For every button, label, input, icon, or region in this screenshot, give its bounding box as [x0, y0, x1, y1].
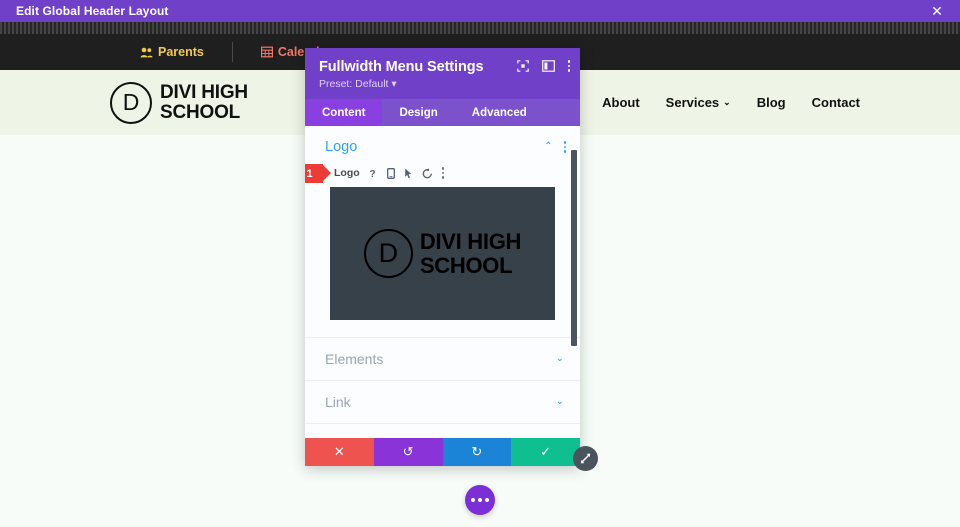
logo-section-header[interactable]: Logo ⌃ [305, 126, 580, 163]
section-background[interactable]: Background ⌄ [305, 424, 580, 438]
section-elements[interactable]: Elements ⌄ [305, 338, 580, 381]
utility-divider [231, 42, 233, 62]
discard-button[interactable]: ✕ [305, 438, 374, 466]
section-elements-label: Elements [325, 351, 384, 367]
nav-item-about-label: About [602, 95, 640, 110]
tab-content[interactable]: Content [305, 99, 383, 126]
logo-section-icons: ⌃ [544, 141, 566, 153]
section-link-label: Link [325, 394, 351, 410]
site-logo-text: DIVI HIGH SCHOOL [160, 81, 248, 123]
more-options-icon[interactable] [567, 60, 570, 72]
caret-down-icon: ▾ [391, 78, 397, 90]
reset-icon[interactable] [422, 167, 433, 179]
divi-menu-toggle[interactable] [465, 485, 495, 515]
logo-preview-image[interactable]: D DIVI HIGH SCHOOL [330, 187, 555, 320]
step-badge: 1 [305, 164, 331, 183]
three-dots-icon-dot [485, 498, 489, 502]
nav-item-about[interactable]: About [602, 95, 640, 110]
resize-diagonal-icon[interactable] [573, 446, 598, 471]
logo-field-row: 1 Logo ? [305, 163, 580, 183]
site-logo[interactable]: D DIVI HIGH SCHOOL [110, 81, 248, 124]
tab-design[interactable]: Design [382, 99, 454, 126]
nav-item-blog-label: Blog [756, 95, 786, 110]
utility-link-parents[interactable]: Parents [140, 45, 204, 59]
chevron-down-icon: ⌄ [723, 97, 731, 107]
logo-preview-mark: D [363, 229, 413, 278]
editor-title: Edit Global Header Layout [16, 4, 169, 18]
modal-header: Fullwidth Menu Settings Preset: Default … [305, 48, 580, 99]
divi-visual-builder-screen: Edit Global Header Layout ✕ Parents D DI… [0, 0, 960, 527]
chevron-down-icon[interactable]: ⌄ [556, 397, 564, 407]
chevron-down-icon[interactable]: ⌄ [556, 354, 564, 364]
site-logo-line1: DIVI HIGH [160, 81, 248, 103]
logo-preview-line2: SCHOOL [419, 252, 513, 278]
site-logo-line2: SCHOOL [160, 101, 241, 123]
chevron-up-icon[interactable]: ⌃ [544, 142, 552, 152]
nav-item-blog[interactable]: Blog [757, 95, 786, 110]
module-settings-modal: Fullwidth Menu Settings Preset: Default … [305, 48, 598, 471]
focus-icon[interactable] [516, 60, 529, 72]
undo-button[interactable]: ↺ [373, 438, 443, 466]
site-navigation: Home About Services ⌄ Blog Contact [540, 95, 860, 110]
field-options-icon[interactable] [441, 167, 445, 179]
editor-titlebar: Edit Global Header Layout ✕ [0, 0, 960, 22]
section-link[interactable]: Link ⌄ [305, 381, 580, 424]
logo-preview-text: DIVI HIGH SCHOOL [419, 229, 522, 278]
redo-button[interactable]: ↻ [442, 438, 512, 466]
modal-preset-label: Preset: Default [319, 78, 389, 90]
logo-field-label: Logo [334, 167, 360, 179]
section-options-icon[interactable] [563, 141, 566, 153]
utility-links: Parents Calendar [140, 42, 331, 62]
close-icon[interactable]: ✕ [926, 0, 948, 22]
three-dots-icon-dot [478, 498, 482, 502]
nav-item-contact[interactable]: Contact [812, 95, 860, 110]
svg-text:?: ? [369, 169, 375, 179]
modal-action-bar: ✕ ↺ ↻ ✓ [305, 438, 598, 471]
modal-body: Logo ⌃ 1 Logo ? D DIVI HIGH SCHOOL Eleme… [305, 126, 580, 438]
nav-item-services-label: Services [665, 95, 720, 110]
people-icon [140, 47, 153, 58]
nav-item-services[interactable]: Services ⌄ [666, 95, 731, 110]
site-logo-mark: D [110, 81, 152, 124]
help-icon[interactable]: ? [369, 168, 378, 179]
tab-advanced[interactable]: Advanced [455, 99, 544, 126]
utility-link-parents-label: Parents [158, 45, 204, 59]
three-dots-icon-dot [471, 498, 475, 502]
responsive-device-icon[interactable] [386, 167, 395, 179]
calendar-icon [260, 46, 273, 58]
modal-scrollbar[interactable] [571, 150, 577, 346]
save-button[interactable]: ✓ [511, 438, 580, 466]
logo-preview-line1: DIVI HIGH [419, 229, 522, 255]
panel-layout-icon[interactable] [541, 60, 555, 72]
admin-bar-stripe [0, 22, 960, 34]
modal-preset-selector[interactable]: Preset: Default ▾ [319, 78, 566, 90]
logo-section-title: Logo [325, 139, 358, 155]
hover-cursor-icon[interactable] [404, 168, 413, 179]
modal-header-icons [516, 60, 570, 72]
nav-item-contact-label: Contact [811, 95, 860, 110]
modal-tabs: Content Design Advanced [305, 99, 580, 126]
